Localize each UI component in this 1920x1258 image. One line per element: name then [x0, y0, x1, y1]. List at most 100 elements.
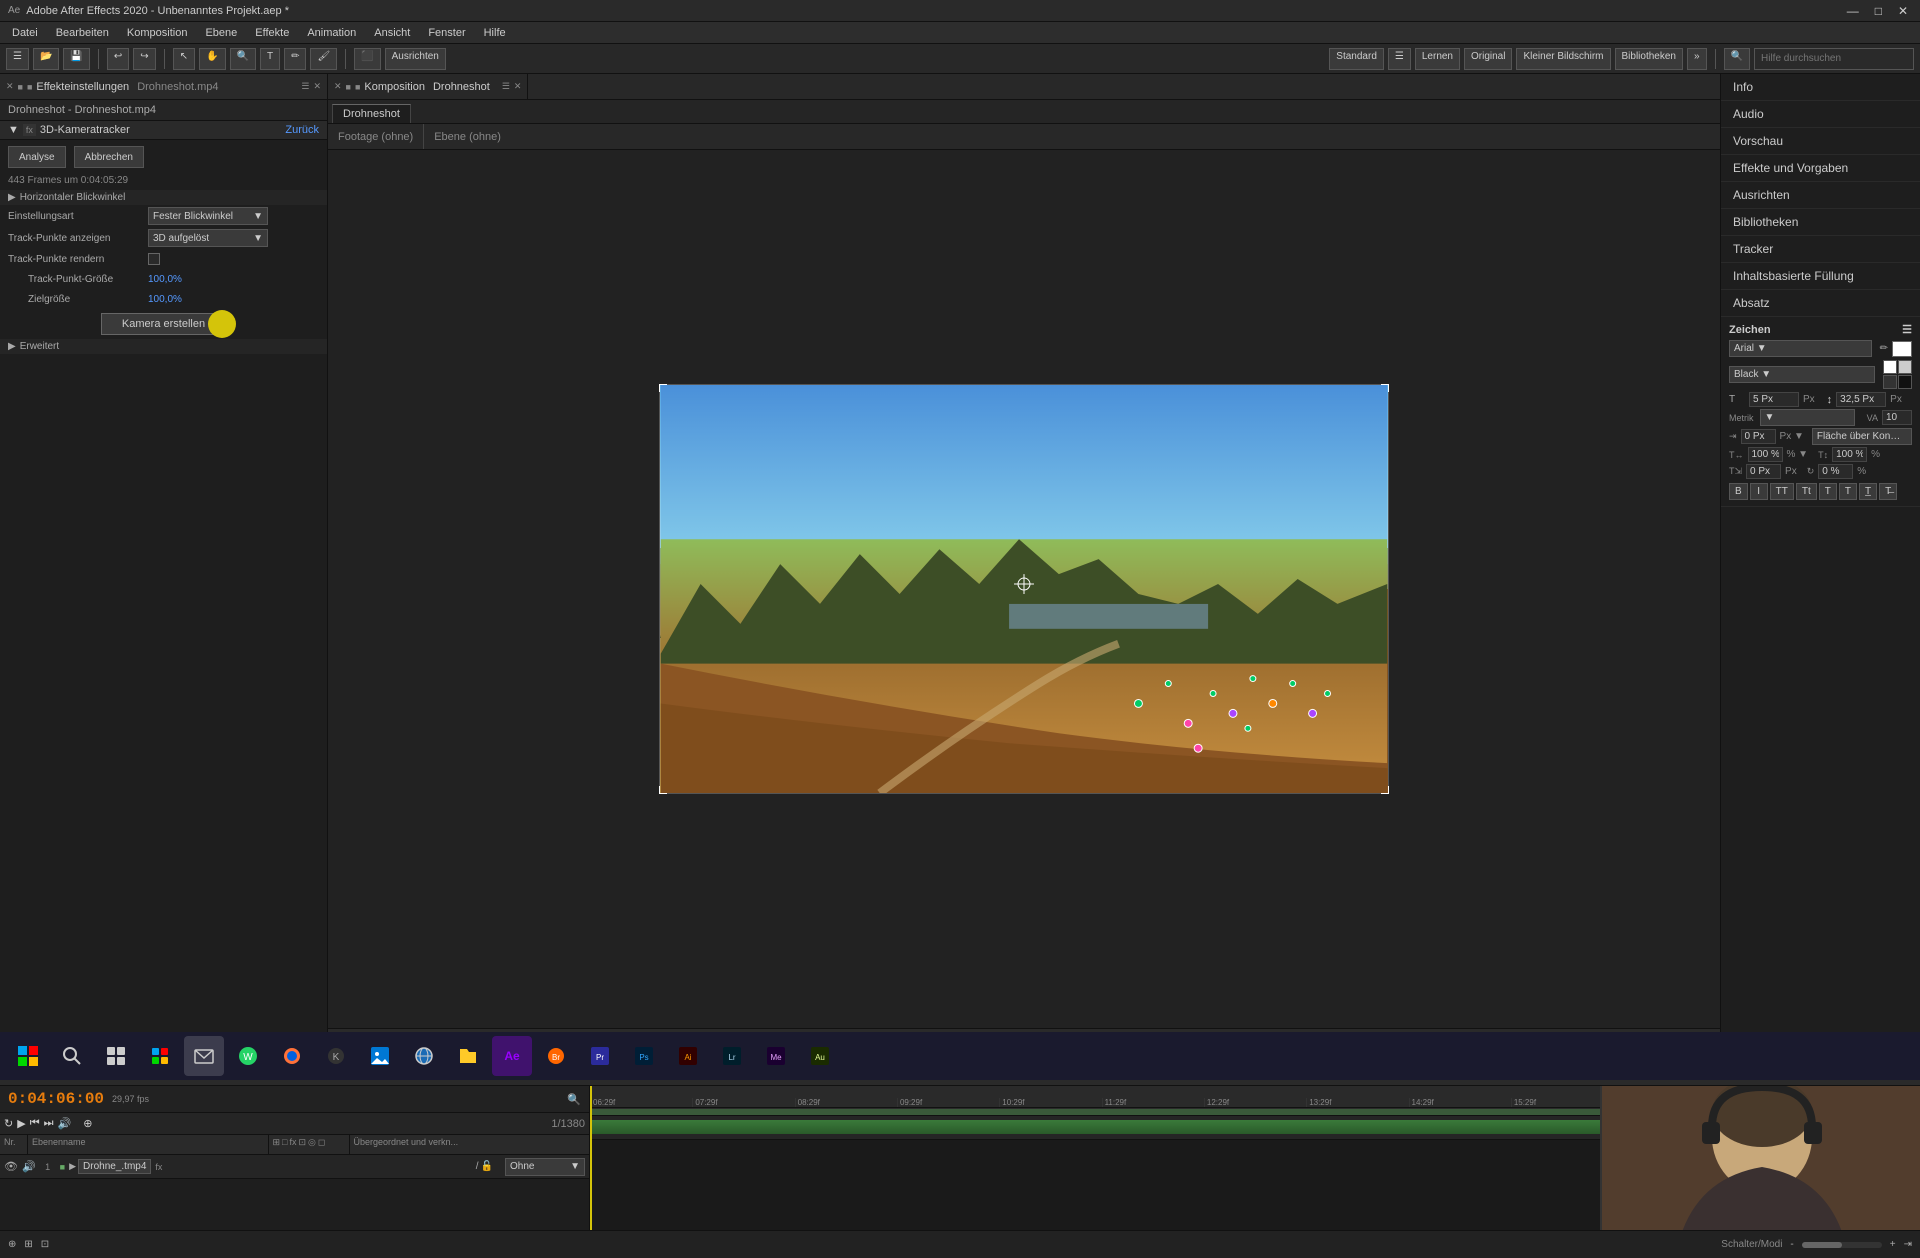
settings-type-dropdown[interactable]: Fester Blickwinkel ▼	[148, 207, 268, 225]
globe-btn[interactable]	[404, 1036, 444, 1076]
panel-close-icon[interactable]: ✕	[6, 81, 14, 92]
swatch-black[interactable]	[1898, 375, 1912, 389]
effect-header-3d[interactable]: ▼ fx 3D-Kameratracker Zurück	[0, 121, 327, 140]
comp-tab-drohneshot[interactable]: Drohneshot	[332, 104, 411, 123]
align-item[interactable]: Ausrichten	[1721, 182, 1920, 209]
libraries-item[interactable]: Bibliotheken	[1721, 209, 1920, 236]
small-caps-btn[interactable]: Tt	[1796, 483, 1817, 500]
bold-btn[interactable]: B	[1729, 483, 1748, 500]
preview-item[interactable]: Vorschau	[1721, 128, 1920, 155]
tracker-item[interactable]: Tracker	[1721, 236, 1920, 263]
hand-tool[interactable]: ✋	[199, 48, 225, 70]
au-btn[interactable]: Au	[800, 1036, 840, 1076]
maximize-btn[interactable]: □	[1871, 4, 1886, 18]
whatsapp-btn[interactable]: W	[228, 1036, 268, 1076]
minimize-btn[interactable]: —	[1843, 4, 1863, 18]
lr-btn[interactable]: Lr	[712, 1036, 752, 1076]
open-btn[interactable]: 📂	[33, 48, 59, 70]
layer-visibility-icon[interactable]: 👁	[4, 1160, 18, 1173]
expand-arrow[interactable]: ▶	[69, 1161, 76, 1172]
zoom-plus-btn[interactable]: +	[1890, 1239, 1896, 1250]
rotation-input[interactable]	[1818, 464, 1853, 479]
menu-fenster[interactable]: Fenster	[420, 25, 473, 41]
audio-btn[interactable]: 🔊	[58, 1117, 72, 1130]
step-back-btn[interactable]: ⏮	[30, 1117, 40, 1130]
font-color-swatch[interactable]	[1892, 341, 1912, 357]
paragraph-item[interactable]: Absatz	[1721, 290, 1920, 317]
menu-effekte[interactable]: Effekte	[247, 25, 297, 41]
search-timeline-icon[interactable]: 🔍	[567, 1093, 581, 1106]
close-btn[interactable]: ✕	[1894, 4, 1912, 18]
loop-icon[interactable]: ↻	[4, 1117, 13, 1130]
comp-menu-icon[interactable]: ☰	[502, 81, 510, 92]
menu-animation[interactable]: Animation	[299, 25, 364, 41]
font-size-input[interactable]	[1749, 392, 1799, 407]
timeline-layer-1[interactable]: 👁 🔊 1 ■ ▶ Drohne_.tmp4 fx / 🔓 Ohne ▼	[0, 1155, 589, 1179]
menu-hilfe[interactable]: Hilfe	[476, 25, 514, 41]
search-taskbar-btn[interactable]	[52, 1036, 92, 1076]
time-display[interactable]: 0:04:06:00	[8, 1090, 104, 1108]
layer-audio-icon[interactable]: 🔊	[22, 1160, 36, 1173]
ae-btn[interactable]: Ae	[492, 1036, 532, 1076]
show-tracks-dropdown[interactable]: 3D aufgelöst ▼	[148, 229, 268, 247]
zoom-tool[interactable]: 🔍	[230, 48, 256, 70]
standard-btn[interactable]: Standard	[1329, 48, 1384, 70]
target-size-value[interactable]: 100,0%	[148, 294, 182, 305]
store-btn[interactable]	[140, 1036, 180, 1076]
pr-btn[interactable]: Pr	[580, 1036, 620, 1076]
italic-btn[interactable]: I	[1750, 483, 1768, 500]
taskview-btn[interactable]	[96, 1036, 136, 1076]
pencil-icon[interactable]: ✏	[1880, 343, 1888, 354]
comp-menu-icon[interactable]: ⊞	[24, 1239, 32, 1250]
search-icon[interactable]: 🔍	[1724, 48, 1750, 70]
back-link[interactable]: Zurück	[285, 124, 319, 136]
add-layer-icon[interactable]: ⊕	[8, 1239, 16, 1250]
line-height-input[interactable]	[1836, 392, 1886, 407]
selection-tool[interactable]: ↖	[173, 48, 195, 70]
menu-bearbeiten[interactable]: Bearbeiten	[48, 25, 117, 41]
track-point-size-value[interactable]: 100,0%	[148, 274, 182, 285]
pen-tool[interactable]: ✏	[284, 48, 306, 70]
new-project-btn[interactable]: ☰	[6, 48, 29, 70]
markers-icon[interactable]: ⊡	[41, 1239, 49, 1250]
start-btn[interactable]	[8, 1036, 48, 1076]
ai-btn[interactable]: Ai	[668, 1036, 708, 1076]
panel-menu-icon[interactable]: ☰	[301, 81, 309, 92]
playhead[interactable]	[590, 1086, 592, 1108]
content-fill-item[interactable]: Inhaltsbasierte Füllung	[1721, 263, 1920, 290]
layer-lock-btn[interactable]: 🔓	[481, 1161, 493, 1172]
metric-dropdown[interactable]: ▼	[1760, 409, 1855, 426]
brush-tool[interactable]: 🖌	[310, 48, 337, 70]
analyze-btn[interactable]: Analyse	[8, 146, 66, 168]
text-tool[interactable]: T	[260, 48, 280, 70]
parent-dropdown[interactable]: Ohne ▼	[505, 1158, 585, 1176]
ps-btn[interactable]: Ps	[624, 1036, 664, 1076]
settings-btn[interactable]: ☰	[1388, 48, 1411, 70]
info-item[interactable]: Info	[1721, 74, 1920, 101]
scale-v-input[interactable]	[1832, 447, 1867, 462]
baseline-input[interactable]	[1746, 464, 1781, 479]
settings-section[interactable]: ▶ Horizontaler Blickwinkel	[0, 190, 327, 205]
files-btn[interactable]	[448, 1036, 488, 1076]
panel-close-btn[interactable]: ✕	[313, 81, 321, 92]
libraries-btn[interactable]: Bibliotheken	[1615, 48, 1683, 70]
me-btn[interactable]: Me	[756, 1036, 796, 1076]
expand-btn[interactable]: »	[1687, 48, 1707, 70]
font-dropdown[interactable]: Arial ▼	[1729, 340, 1872, 357]
mail-btn[interactable]	[184, 1036, 224, 1076]
play-btn[interactable]: ▶	[17, 1117, 25, 1130]
font-style-dropdown[interactable]: Black ▼	[1729, 366, 1875, 383]
tracking-input[interactable]	[1882, 410, 1912, 425]
zoom-slider[interactable]	[1802, 1242, 1882, 1248]
menu-ansicht[interactable]: Ansicht	[366, 25, 418, 41]
effects-vorgaben-item[interactable]: Effekte und Vorgaben	[1721, 155, 1920, 182]
swatch-darkgray[interactable]	[1883, 375, 1897, 389]
photos-btn[interactable]	[360, 1036, 400, 1076]
comp-close-icon[interactable]: ✕	[514, 81, 522, 92]
learn-btn[interactable]: Lernen	[1415, 48, 1460, 70]
menu-ebene[interactable]: Ebene	[197, 25, 245, 41]
underline-btn[interactable]: T̲	[1859, 483, 1877, 500]
char-panel-menu[interactable]: ☰	[1902, 323, 1912, 336]
redo-btn[interactable]: ↪	[133, 48, 155, 70]
undo-btn[interactable]: ↩	[107, 48, 129, 70]
